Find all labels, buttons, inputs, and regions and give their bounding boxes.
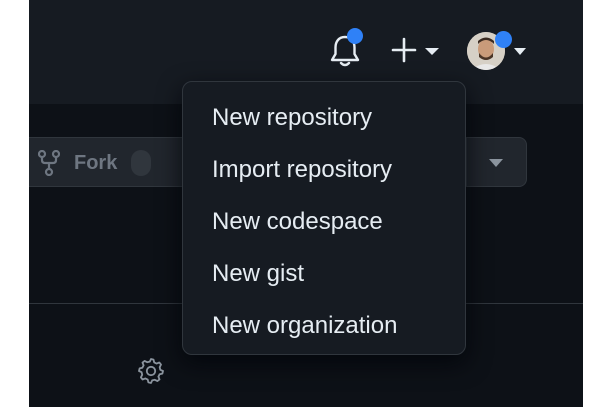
create-new-dropdown: New repository Import repository New cod… [182,81,466,355]
fork-button[interactable]: Fork [38,150,152,176]
divider [466,138,467,186]
notifications-button[interactable] [329,28,369,72]
menu-item-new-repository[interactable]: New repository [183,92,465,144]
status-badge [495,31,512,48]
chevron-down-icon [514,48,526,55]
fork-count-pill [131,150,152,176]
page: Fork New repository Import repository Ne… [0,0,612,407]
menu-item-import-repository[interactable]: Import repository [183,144,465,196]
fork-icon [38,150,60,176]
chevron-down-icon [425,48,439,55]
app-window: Fork New repository Import repository Ne… [29,0,583,407]
fork-label: Fork [74,151,118,174]
notification-badge [347,28,363,44]
user-menu-button[interactable] [467,30,529,72]
menu-item-new-codespace[interactable]: New codespace [183,196,465,248]
create-new-button[interactable] [391,34,443,68]
chevron-down-icon[interactable] [489,159,503,167]
menu-item-new-organization[interactable]: New organization [183,300,465,352]
gear-icon[interactable] [136,356,166,386]
plus-icon [391,37,417,63]
menu-item-new-gist[interactable]: New gist [183,248,465,300]
